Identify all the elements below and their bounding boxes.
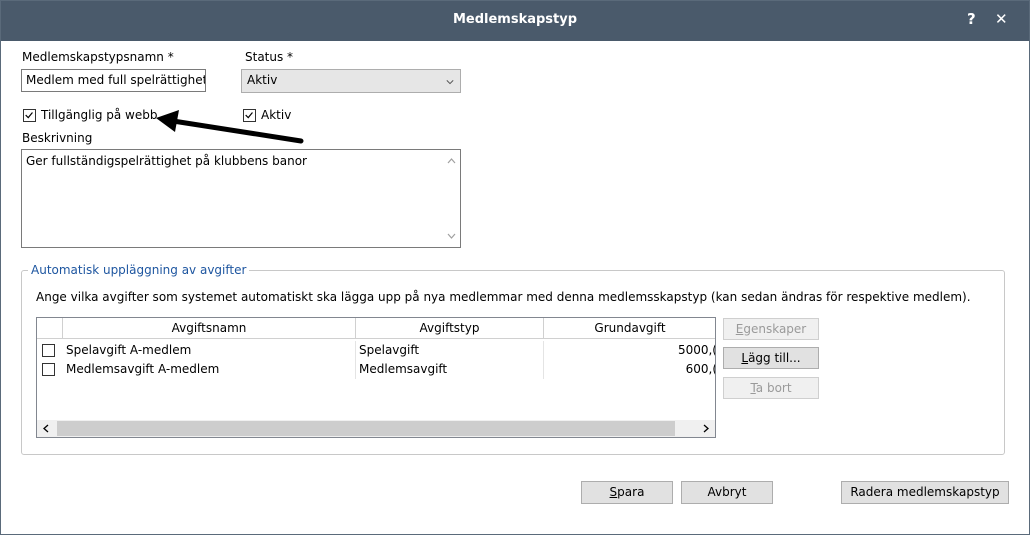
remove-fee-button[interactable]: Ta bort: [723, 377, 819, 399]
grid-header-type[interactable]: Avgiftstyp: [356, 318, 544, 339]
description-scrollbar[interactable]: [443, 150, 460, 247]
scroll-left-icon[interactable]: [43, 424, 49, 433]
fee-amount-cell: 5000,(: [677, 343, 716, 357]
add-label: ägg till...: [748, 351, 801, 365]
fee-type-cell: Spelavgift: [356, 341, 544, 360]
status-selected-value: Aktiv: [247, 73, 278, 87]
table-row[interactable]: Medlemsavgift A-medlem Medlemsavgift 600…: [37, 360, 716, 379]
checkmark-icon: [25, 112, 33, 119]
scroll-up-icon[interactable]: [447, 158, 456, 164]
description-text: Ger fullständigspelrättighet på klubbens…: [26, 154, 307, 168]
scroll-right-icon[interactable]: [703, 424, 709, 433]
fee-amount-cell: 600,(: [685, 362, 716, 376]
table-row[interactable]: Spelavgift A-medlem Spelavgift 5000,(: [37, 341, 716, 360]
close-icon[interactable]: ✕: [995, 10, 1008, 28]
fee-type-cell: Medlemsavgift: [356, 360, 544, 379]
active-checkbox[interactable]: [243, 109, 256, 122]
grid-header-name[interactable]: Avgiftsnamn: [63, 318, 356, 339]
status-select[interactable]: Aktiv: [241, 69, 461, 93]
name-label: Medlemskapstypsnamn *: [22, 50, 174, 64]
row-checkbox[interactable]: [42, 363, 55, 376]
grid-header-amount[interactable]: Grundavgift: [544, 318, 715, 339]
scrollbar-thumb[interactable]: [57, 421, 675, 436]
cancel-button[interactable]: Avbryt: [681, 481, 773, 504]
fees-group-title: Automatisk uppläggning av avgifter: [31, 263, 247, 277]
scroll-down-icon[interactable]: [447, 233, 456, 239]
status-label: Status *: [245, 50, 294, 64]
dialog-window: Medlemskapstyp ? ✕ Medlemskapstypsnamn *…: [0, 0, 1030, 535]
fees-grid[interactable]: Avgiftsnamn Avgiftstyp Grundavgift Spela…: [36, 317, 716, 438]
grid-header-select: [37, 318, 63, 339]
checkmark-icon: [245, 112, 253, 119]
save-label: para: [617, 485, 645, 499]
fee-name-cell: Medlemsavgift A-medlem: [63, 360, 356, 379]
chevron-down-icon: [446, 80, 454, 85]
properties-button[interactable]: Egenskaper: [723, 318, 819, 340]
active-label[interactable]: Aktiv: [261, 108, 291, 122]
delete-membership-type-button[interactable]: Radera medlemskapstyp: [841, 481, 1009, 504]
description-label: Beskrivning: [22, 131, 93, 145]
row-checkbox[interactable]: [42, 344, 55, 357]
web-available-checkbox[interactable]: [23, 109, 36, 122]
fee-name-cell: Spelavgift A-medlem: [63, 341, 356, 360]
description-textarea[interactable]: Ger fullständigspelrättighet på klubbens…: [21, 149, 461, 248]
properties-label: genskaper: [743, 322, 807, 336]
grid-horizontal-scrollbar[interactable]: [37, 420, 715, 437]
title-bar[interactable]: Medlemskapstyp ? ✕: [1, 1, 1029, 41]
help-icon[interactable]: ?: [967, 10, 976, 28]
fees-instruction: Ange vilka avgifter som systemet automat…: [36, 290, 971, 304]
remove-label: a bort: [755, 381, 792, 395]
web-available-label[interactable]: Tillgänglig på webb: [41, 108, 157, 122]
window-title: Medlemskapstyp: [452, 12, 578, 27]
add-fee-button[interactable]: Lägg till...: [723, 347, 819, 369]
save-button[interactable]: Spara: [581, 481, 673, 504]
name-input[interactable]: Medlem med full spelrättighet: [21, 69, 206, 92]
